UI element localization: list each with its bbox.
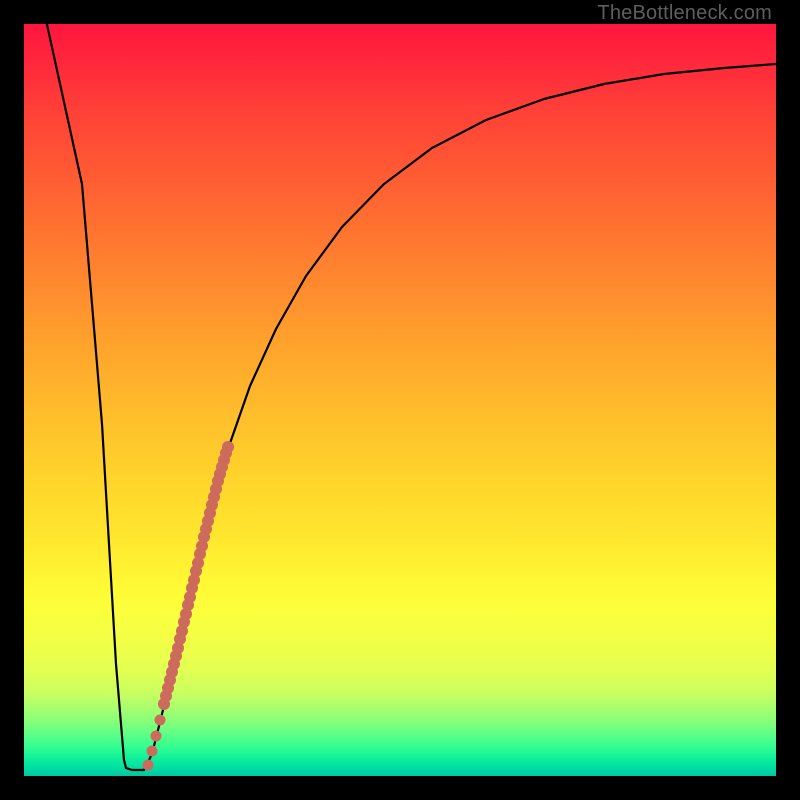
watermark-text: TheBottleneck.com [597, 2, 772, 25]
bottleneck-curve [46, 24, 776, 770]
highlight-band [143, 441, 235, 771]
chart-frame: TheBottleneck.com [0, 0, 800, 800]
plot-area [24, 24, 776, 776]
curve-layer [24, 24, 776, 776]
